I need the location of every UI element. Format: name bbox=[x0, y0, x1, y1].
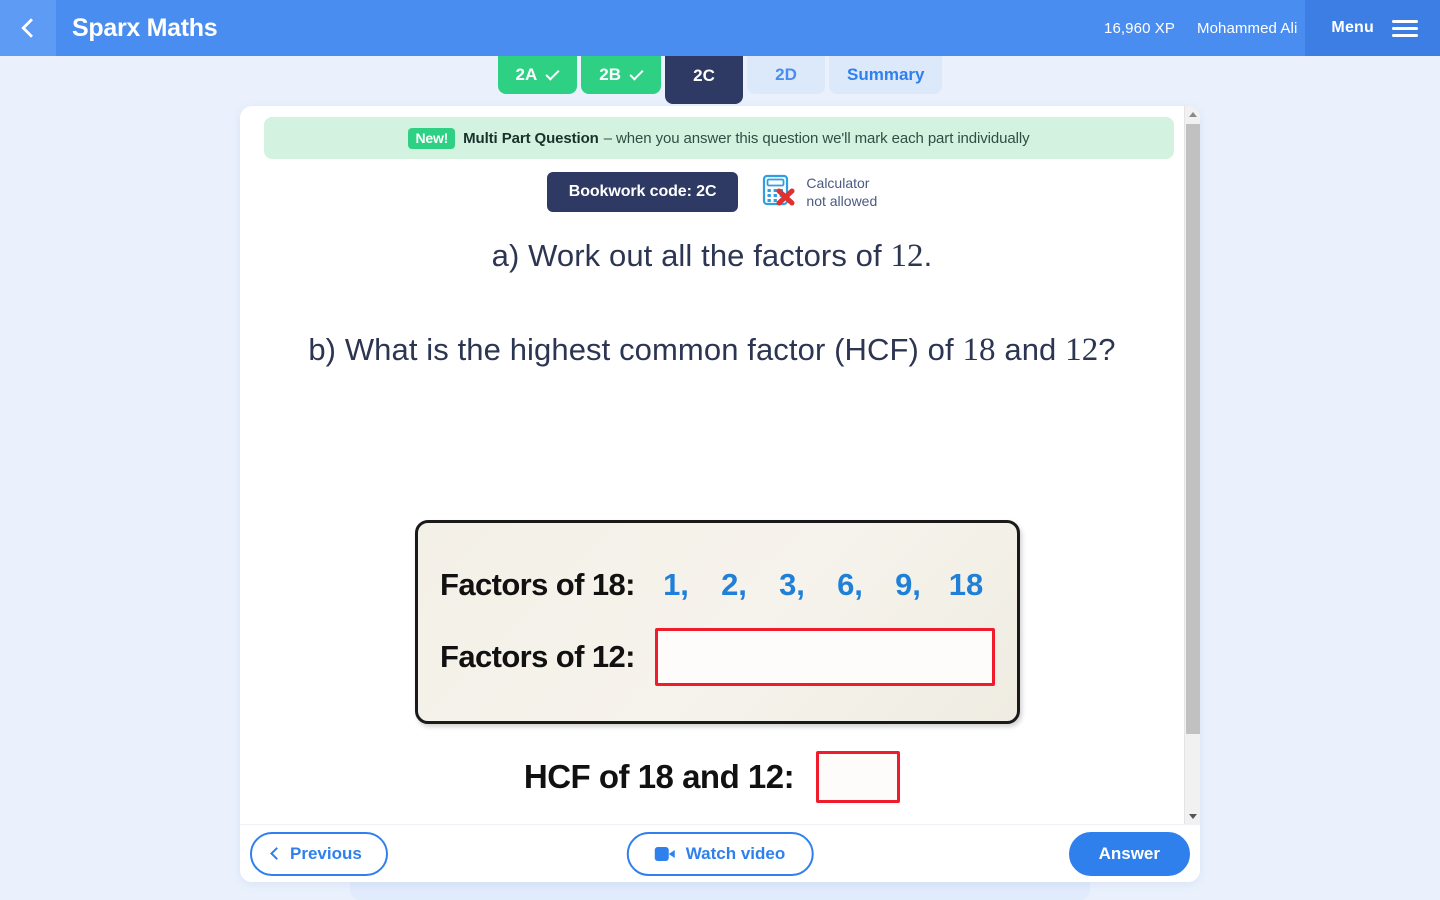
menu-button-label: Menu bbox=[1331, 19, 1374, 36]
bookwork-code-badge[interactable]: Bookwork code: 2C bbox=[546, 172, 739, 212]
previous-button[interactable]: Previous bbox=[250, 831, 388, 876]
multi-part-question-banner: New! Multi Part Question – when you answ… bbox=[264, 117, 1174, 159]
watch-video-button[interactable]: Watch video bbox=[626, 831, 814, 876]
tab-2b-label: 2B bbox=[599, 65, 621, 84]
factor-value: 1, bbox=[663, 567, 689, 602]
app-brand-title: Sparx Maths bbox=[72, 13, 218, 42]
calculator-status: Calculator not allowed bbox=[762, 174, 877, 211]
banner-title: Multi Part Question bbox=[463, 129, 599, 147]
factor-value: 3, bbox=[779, 567, 805, 602]
factors-diagram-box: Factors of 18: 1, 2, 3, 6, 9, 18 Factors… bbox=[415, 520, 1020, 724]
question-part-b-middle: and bbox=[995, 332, 1066, 367]
hamburger-icon bbox=[1392, 19, 1418, 37]
tab-summary[interactable]: Summary bbox=[828, 56, 943, 94]
question-part-b-number-2: 12 bbox=[1065, 332, 1099, 368]
factors-of-18-row: Factors of 18: 1, 2, 3, 6, 9, 18 bbox=[440, 549, 995, 621]
previous-button-label: Previous bbox=[290, 843, 362, 863]
question-scroll-area: New! Multi Part Question – when you answ… bbox=[240, 106, 1184, 824]
tab-2a-label: 2A bbox=[515, 65, 538, 84]
answer-button-label: Answer bbox=[1098, 843, 1160, 863]
question-part-b-number-1: 18 bbox=[962, 332, 996, 368]
factors-of-12-input[interactable] bbox=[654, 628, 995, 686]
tab-2d-label: 2D bbox=[775, 65, 797, 84]
watch-video-button-label: Watch video bbox=[685, 843, 786, 863]
question-part-a-text: a) Work out all the factors of bbox=[491, 238, 891, 273]
check-icon bbox=[629, 65, 644, 81]
tab-2b[interactable]: 2B bbox=[581, 56, 661, 94]
scrollbar-thumb[interactable] bbox=[1186, 124, 1200, 734]
calculator-status-line1: Calculator bbox=[806, 174, 870, 191]
tab-2c-label: 2C bbox=[693, 66, 715, 85]
calculator-status-text: Calculator not allowed bbox=[806, 174, 877, 211]
scroll-down-button[interactable] bbox=[1185, 808, 1200, 824]
triangle-down-icon bbox=[1189, 813, 1197, 819]
vertical-scrollbar[interactable] bbox=[1184, 106, 1200, 824]
factor-value: 2, bbox=[721, 567, 747, 602]
factor-value: 18 bbox=[948, 567, 984, 602]
hcf-label: HCF of 18 and 12: bbox=[523, 758, 795, 795]
scroll-up-button[interactable] bbox=[1185, 106, 1200, 122]
tab-2a[interactable]: 2A bbox=[497, 56, 578, 94]
check-icon bbox=[545, 65, 560, 81]
tab-2c[interactable]: 2C bbox=[664, 56, 743, 104]
triangle-up-icon bbox=[1189, 111, 1197, 117]
calculator-status-line2: not allowed bbox=[806, 193, 878, 209]
video-camera-icon bbox=[654, 846, 675, 861]
xp-counter: 16,960 XP bbox=[1104, 19, 1175, 37]
card-bottom-strip bbox=[350, 882, 1090, 900]
question-part-a-suffix: . bbox=[923, 238, 933, 273]
question-meta-row: Bookwork code: 2C Calculator not allowed bbox=[240, 172, 1184, 212]
question-part-b-text: b) What is the highest common factor (HC… bbox=[308, 332, 963, 367]
question-footer-bar: Previous Watch video Answer bbox=[240, 824, 1200, 882]
new-badge: New! bbox=[408, 127, 456, 149]
chevron-left-icon bbox=[270, 847, 283, 860]
question-part-b-suffix: ? bbox=[1098, 332, 1116, 367]
factors-of-12-label: Factors of 12: bbox=[440, 639, 635, 674]
tab-2d[interactable]: 2D bbox=[746, 56, 825, 94]
factor-value: 6, bbox=[837, 567, 863, 602]
back-button[interactable] bbox=[0, 0, 56, 56]
question-part-a-number: 12 bbox=[890, 238, 924, 274]
factors-of-18-label: Factors of 18: bbox=[440, 567, 635, 602]
question-card: New! Multi Part Question – when you answ… bbox=[240, 106, 1200, 882]
task-tab-bar: 2A 2B 2C 2D Summary bbox=[0, 56, 1440, 104]
app-header: Sparx Maths 16,960 XP Mohammed Ali Menu bbox=[0, 0, 1440, 56]
banner-description: – when you answer this question we'll ma… bbox=[603, 129, 1030, 147]
hcf-answer-row: HCF of 18 and 12: bbox=[300, 751, 1124, 803]
hcf-input[interactable] bbox=[816, 751, 901, 803]
question-part-b: b) What is the highest common factor (HC… bbox=[300, 328, 1124, 373]
question-part-a: a) Work out all the factors of 12. bbox=[300, 234, 1124, 279]
menu-button[interactable]: Menu bbox=[1305, 0, 1440, 56]
factors-of-12-row: Factors of 12: bbox=[440, 621, 995, 693]
tab-summary-label: Summary bbox=[846, 65, 925, 84]
calculator-not-allowed-icon bbox=[762, 174, 796, 211]
factor-value: 9, bbox=[895, 567, 921, 602]
chevron-left-icon bbox=[20, 18, 41, 38]
user-name: Mohammed Ali bbox=[1197, 19, 1298, 37]
answer-button[interactable]: Answer bbox=[1068, 831, 1190, 876]
factors-of-18-values: 1, 2, 3, 6, 9, 18 bbox=[647, 567, 995, 603]
